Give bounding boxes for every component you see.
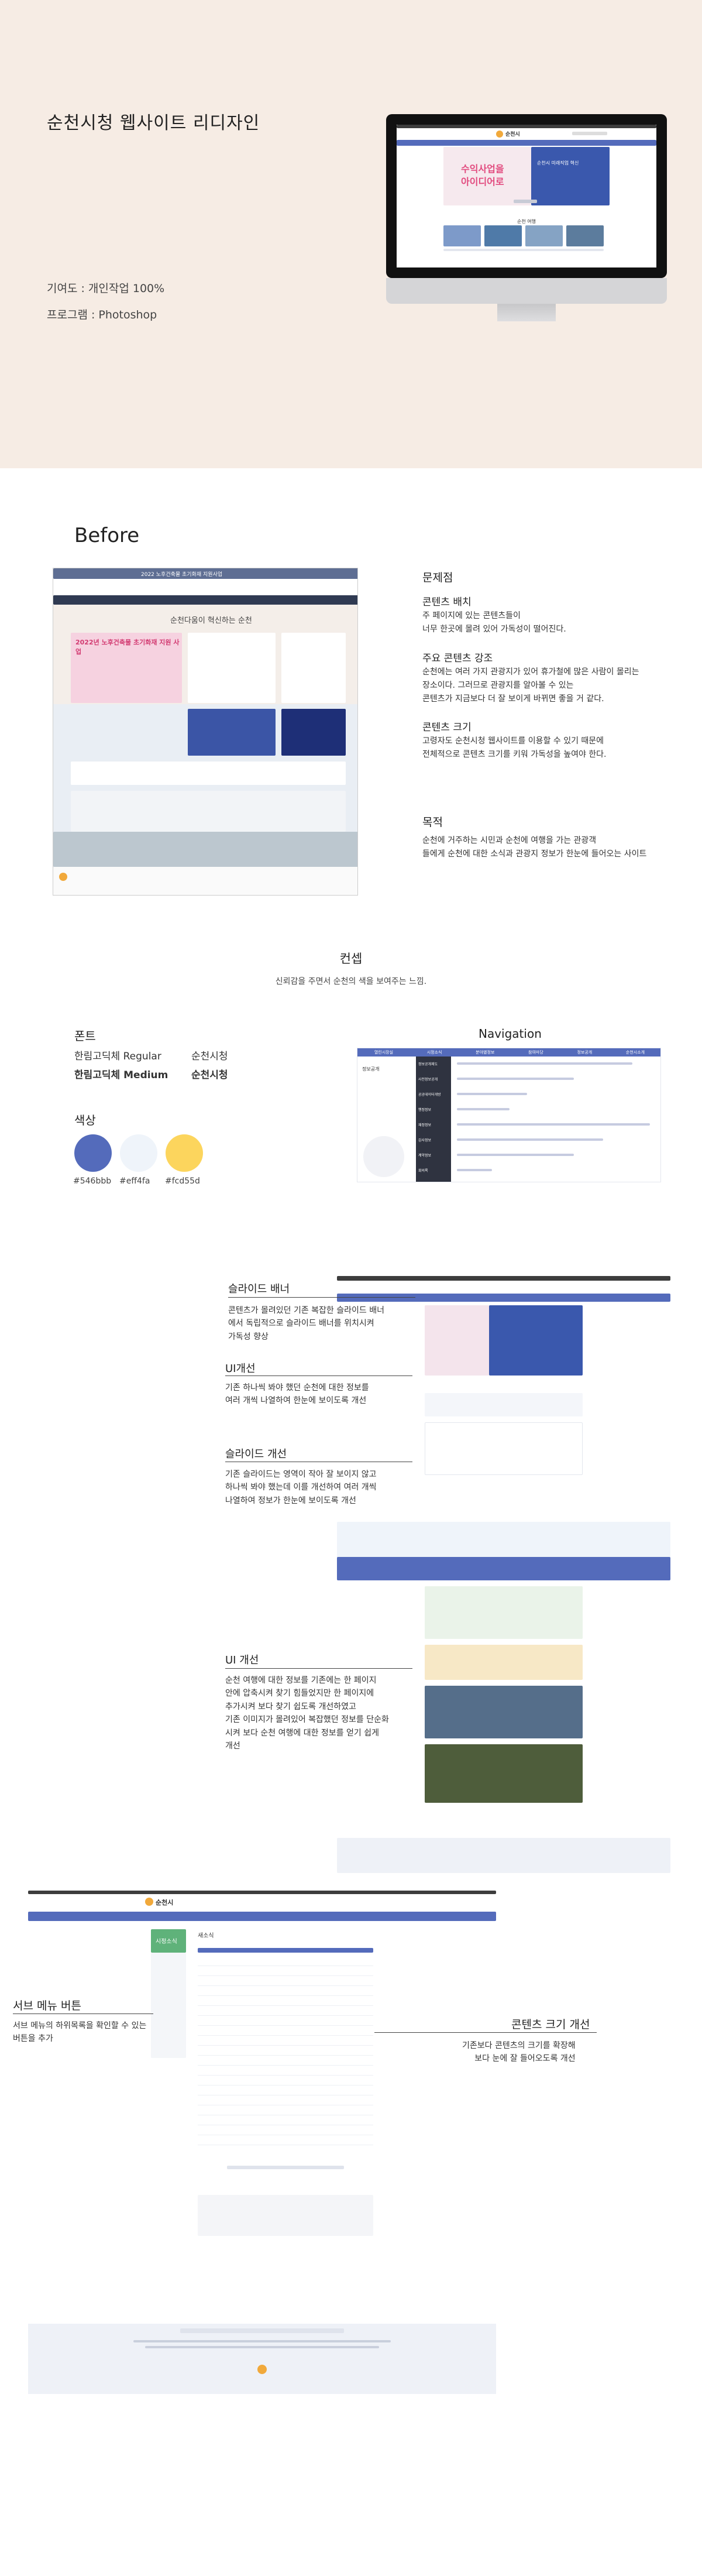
annotation-title: 슬라이드 개선 (225, 1448, 287, 1460)
font-sample-medium: 순천시청 (191, 1069, 228, 1081)
nav-submenu-item[interactable]: 감사정보 (418, 1137, 431, 1143)
problem-text: 고령자도 순천시청 웹사이트를 이용할 수 있기 때문에 전체적으로 콘텐츠 크… (422, 736, 607, 760)
sub-page-screenshot: 순천시 시정소식 새소식 (28, 1891, 496, 2265)
nav-item[interactable]: 열린시장실 (374, 1049, 393, 1055)
content-size-annotation-title: 콘텐츠 크기 개선 (511, 2018, 590, 2031)
nav-item[interactable]: 참여마당 (528, 1049, 543, 1055)
color-label: #fcd55d (165, 1176, 200, 1186)
sub-city-name: 순천시 (156, 1899, 174, 1906)
hero-section: 순천시청 웹사이트 리디자인 기여도 : 개인작업 100% 프로그램 : Ph… (0, 0, 702, 468)
font-heading: 폰트 (74, 1029, 96, 1043)
mockup-banner-headline-1: 수익사업을 (461, 163, 504, 174)
color-swatch-blue (74, 1134, 112, 1172)
mockup-section-label: 순천 여행 (517, 219, 536, 224)
nav-illustration (363, 1136, 404, 1177)
nav-item[interactable]: 시정소식 (427, 1049, 442, 1055)
problem-title: 주요 콘텐츠 강조 (422, 653, 493, 664)
problems-heading: 문제점 (422, 571, 453, 584)
annotation-title: UI개선 (225, 1363, 256, 1375)
monitor-screen: 순천시 수익사업을 아이디어로 순천시 미래직업 혁신 순천 여행 (397, 125, 656, 267)
mockup-banner-side-text: 순천시 미래직업 혁신 (537, 160, 579, 166)
nav-submenu-item[interactable]: 회의록 (418, 1168, 428, 1173)
font-sample-regular: 순천시청 (191, 1051, 228, 1062)
before-notice-title: 2022년 노후건축물 초기화재 지원 사업 (75, 639, 180, 656)
color-swatch-light (120, 1134, 157, 1172)
nav-item[interactable]: 순천시소개 (626, 1049, 645, 1055)
nav-item[interactable]: 분야별정보 (476, 1049, 494, 1055)
content-size-annotation-text: 기존보다 콘텐츠의 크기를 확장해 보다 눈에 잘 들어오도록 개선 (462, 2041, 576, 2064)
problem-item: 주요 콘텐츠 강조 순천에는 여러 가지 관광지가 있어 휴가철에 많은 사람이… (422, 650, 680, 706)
nav-submenu-item[interactable]: 공공데이터개방 (418, 1092, 441, 1097)
mockup-nav-bar (397, 140, 656, 146)
main-page-screenshot (337, 1276, 670, 1891)
color-label: #546bbb (73, 1176, 112, 1186)
before-top-notice: 2022 노후건축물 초기화재 지원사업 (141, 572, 223, 578)
monitor-mockup: 순천시 수익사업을 아이디어로 순천시 미래직업 혁신 순천 여행 (386, 114, 667, 321)
sub-menu-annotation-text: 서브 메뉴의 하위목록을 확인할 수 있는 버튼을 추가 (13, 2021, 147, 2044)
annotation-title: 슬라이드 배너 (228, 1283, 290, 1295)
nav-submenu-item[interactable]: 재정정보 (418, 1122, 431, 1127)
problem-text: 주 페이지에 있는 콘텐츠들이 너무 한곳에 몰려 있어 가독성이 떨어진다. (422, 611, 566, 634)
nav-top-bar: 열린시장실 시정소식 분야별정보 참여마당 정보공개 순천시소개 (357, 1048, 660, 1057)
project-title: 순천시청 웹사이트 리디자인 (47, 113, 260, 133)
sub-side-title: 시정소식 (156, 1939, 177, 1945)
problem-title: 콘텐츠 배치 (422, 596, 472, 608)
mockup-city-name: 순천시 (505, 132, 520, 138)
annotation-title: UI 개선 (225, 1654, 259, 1666)
annotation-text: 기존 하나씩 봐야 했던 순천에 대한 정보를 여러 개씩 나열하여 한눈에 보… (225, 1383, 369, 1406)
navigation-preview: 열린시장실 시정소식 분야별정보 참여마당 정보공개 순천시소개 정보공개 정보… (357, 1048, 661, 1182)
before-slogan: 순천다움이 혁신하는 순천 (170, 616, 252, 625)
nav-side-label: 정보공개 (362, 1066, 380, 1072)
problem-item: 콘텐츠 크기 고령자도 순천시청 웹사이트를 이용할 수 있기 때문에 전체적으… (422, 719, 680, 762)
navigation-heading: Navigation (479, 1027, 542, 1041)
annotation-text: 기존 슬라이드는 영역이 작아 잘 보이지 않고 하나씩 봐야 했는데 이를 개… (225, 1470, 377, 1505)
nav-item[interactable]: 정보공개 (577, 1049, 592, 1055)
nav-submenu-item[interactable]: 행정정보 (418, 1107, 431, 1112)
nav-submenu-column (416, 1057, 451, 1182)
annotation-text: 순천 여행에 대한 정보를 기존에는 한 페이지 안에 압축시켜 찾기 힘들었지… (225, 1676, 389, 1751)
problems-block: 문제점 (422, 569, 680, 589)
problem-item: 콘텐츠 배치 주 페이지에 있는 콘텐츠들이 너무 한곳에 몰려 있어 가독성이… (422, 594, 680, 636)
before-screenshot: 2022 노후건축물 초기화재 지원사업 순천다움이 혁신하는 순천 2022년… (53, 568, 358, 896)
before-heading: Before (74, 524, 140, 547)
nav-submenu-item[interactable]: 계약정보 (418, 1152, 431, 1158)
mockup-banner-headline-2: 아이디어로 (461, 176, 504, 187)
purpose-text: 순천에 거주하는 시민과 순천에 여행을 가는 관광객 들에게 순천에 대한 소… (422, 836, 647, 859)
concept-heading: 컨셉 (339, 952, 363, 966)
nav-submenu-item[interactable]: 사전정보공개 (418, 1076, 438, 1082)
monitor-stand (497, 304, 556, 321)
concept-text: 신뢰감을 주면서 순천의 색을 보여주는 느낌. (275, 977, 427, 986)
nav-submenu-item[interactable]: 정보공개제도 (418, 1061, 438, 1066)
purpose-block: 목적 순천에 거주하는 시민과 순천에 여행을 가는 관광객 들에게 순천에 대… (422, 814, 680, 861)
annotation-text: 콘텐츠가 몰려있던 기존 복잡한 슬라이드 배너 에서 독립적으로 슬라이드 배… (228, 1306, 384, 1342)
color-label: #eff4fa (119, 1176, 150, 1186)
font-name-regular: 한림고딕체 Regular (74, 1051, 161, 1062)
program-text: 프로그램 : Photoshop (47, 308, 157, 321)
logo-icon (496, 131, 503, 138)
sub-menu-annotation-title: 서브 메뉴 버튼 (13, 1999, 81, 2012)
sub-board-title: 새소식 (198, 1933, 214, 1939)
color-heading: 색상 (74, 1113, 96, 1127)
sub-logo-icon (145, 1898, 153, 1906)
footer-logo-icon (257, 2365, 267, 2374)
footer-screenshot (28, 2324, 496, 2394)
before-logo-icon (59, 873, 67, 881)
purpose-heading: 목적 (422, 816, 443, 829)
contribution-text: 기여도 : 개인작업 100% (47, 282, 165, 295)
concept-block: 컨셉 신뢰감을 주면서 순천의 색을 보여주는 느낌. (0, 949, 702, 987)
problem-text: 순천에는 여러 가지 관광지가 있어 휴가철에 많은 사람이 몰리는 장소이다.… (422, 667, 639, 704)
color-swatch-yellow (166, 1134, 203, 1172)
monitor-chin (386, 278, 667, 304)
font-name-medium: 한림고딕체 Medium (74, 1069, 168, 1081)
problem-title: 콘텐츠 크기 (422, 722, 472, 733)
